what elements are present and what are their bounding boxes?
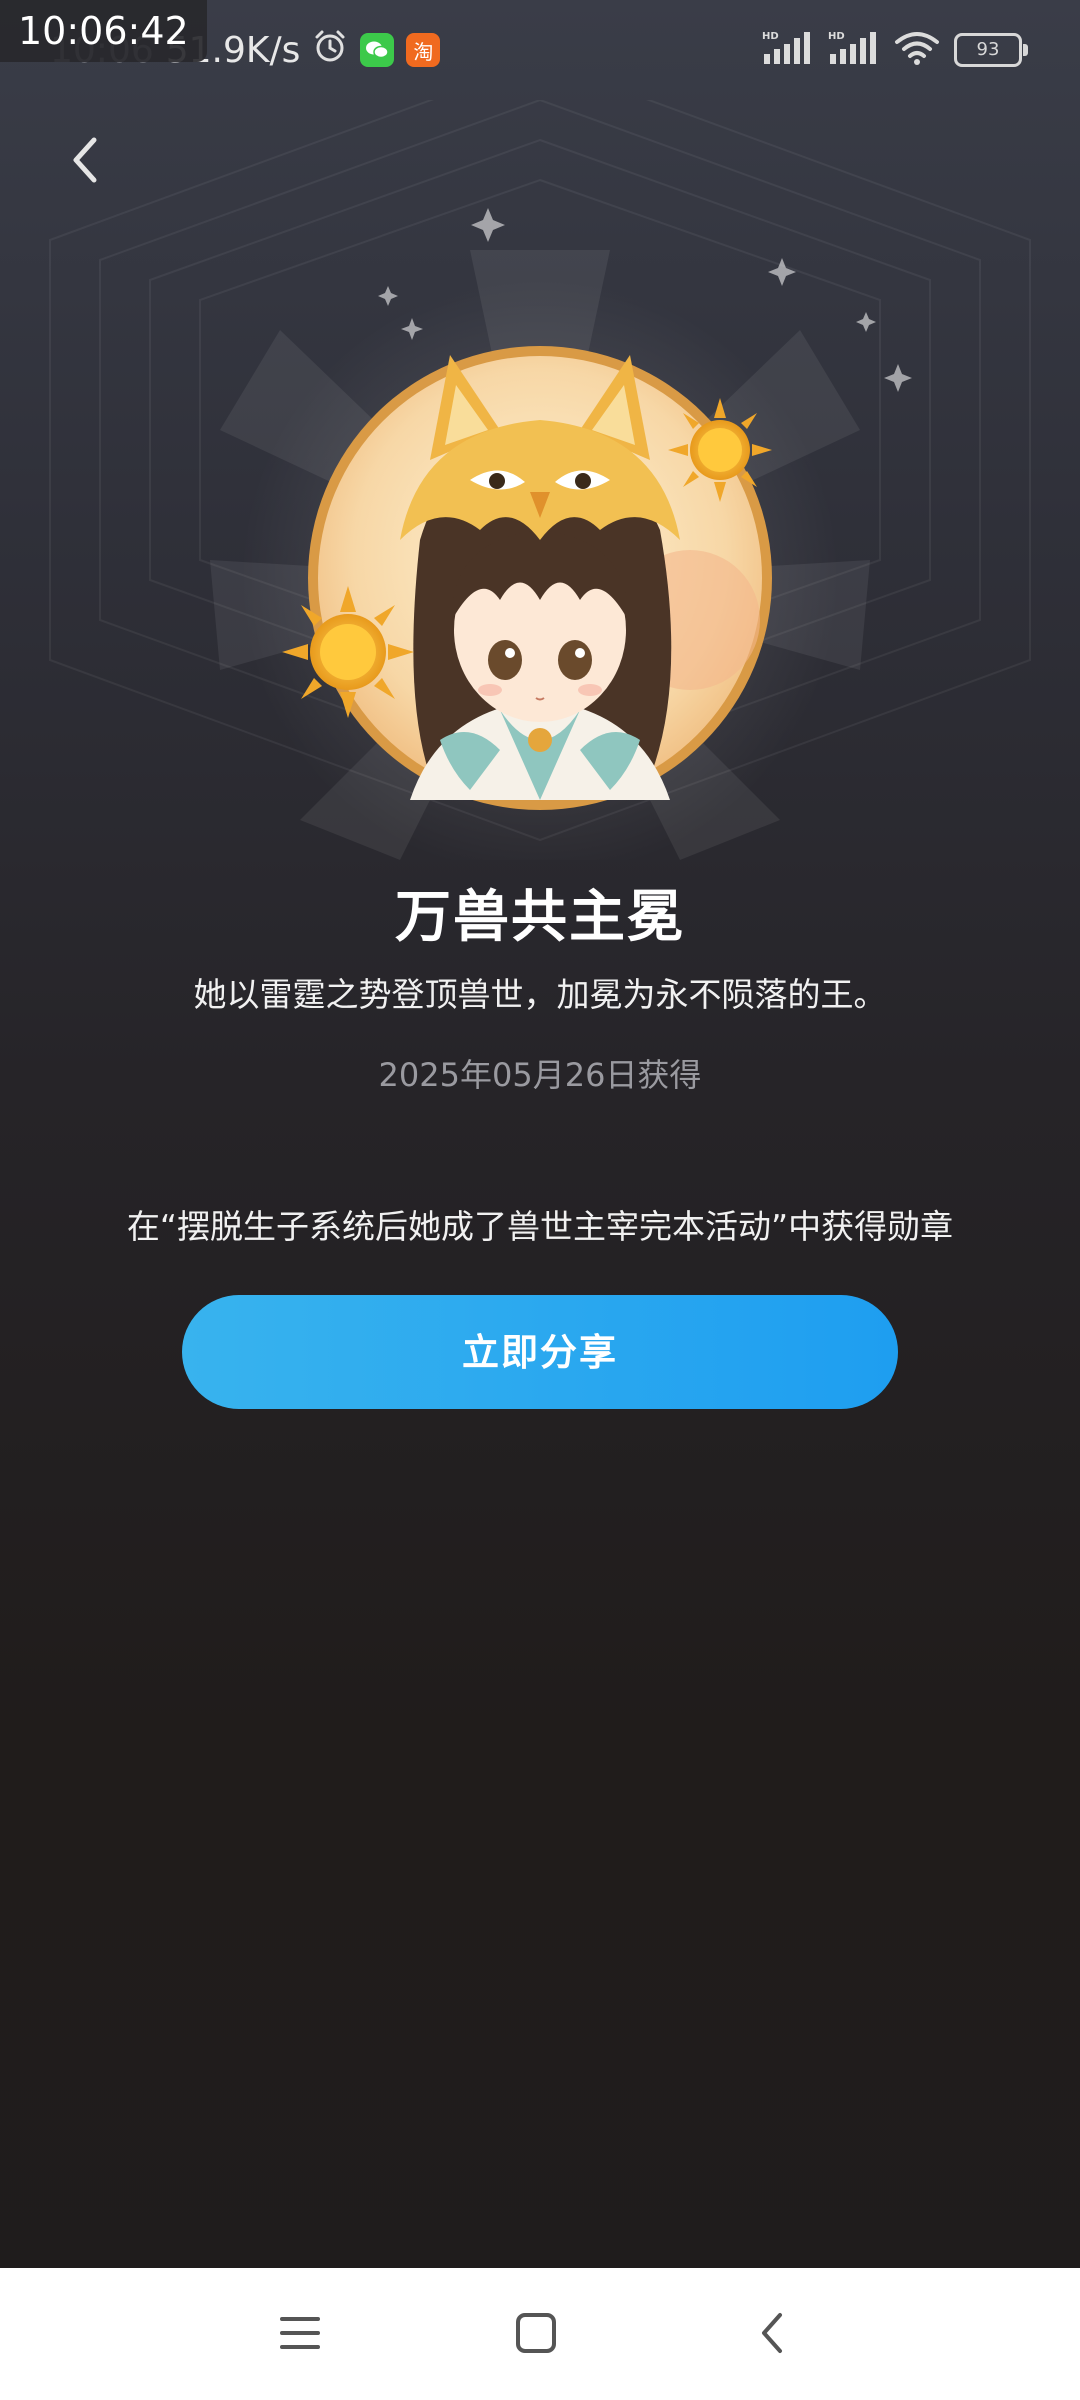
battery-level: 93 — [976, 39, 1000, 60]
signal-icon: HD — [762, 30, 814, 70]
status-right: HD HD 93 — [762, 30, 1028, 70]
badge-source-text: 在“摆脱生子系统后她成了兽世主宰完本活动”中获得勋章 — [126, 1207, 954, 1246]
signal-hd-label: HD — [828, 31, 845, 42]
home-square-icon — [516, 2313, 556, 2353]
signal-icon: HD — [828, 30, 880, 70]
battery-icon: 93 — [954, 33, 1028, 67]
sun-icon — [668, 398, 772, 502]
badge-illustration — [0, 58, 1080, 878]
home-button[interactable] — [496, 2298, 576, 2368]
status-bar: 10:06 51.9K/s 淘 10:06:42 HD — [0, 0, 1080, 100]
badge-description: 她以雷霆之势登顶兽世，加冕为永不陨落的王。 — [193, 975, 887, 1014]
taobao-icon: 淘 — [406, 33, 441, 67]
sun-icon — [282, 586, 414, 718]
menu-button[interactable] — [260, 2298, 340, 2368]
badge-obtained-date: 2025年05月26日获得 — [378, 1056, 702, 1094]
badge-title: 万兽共主冕 — [395, 885, 685, 950]
alarm-icon — [312, 28, 348, 73]
screen-time-overlay: 10:06:42 — [0, 0, 207, 62]
signal-hd-label: HD — [762, 31, 779, 42]
wechat-icon — [360, 33, 395, 67]
nav-back-button[interactable] — [732, 2298, 812, 2368]
share-button[interactable]: 立即分享 — [182, 1295, 898, 1409]
wifi-icon — [894, 30, 940, 70]
menu-icon — [280, 2317, 320, 2349]
system-nav-bar — [0, 2268, 1080, 2400]
badge-portrait — [308, 346, 772, 810]
back-icon — [762, 2313, 782, 2353]
